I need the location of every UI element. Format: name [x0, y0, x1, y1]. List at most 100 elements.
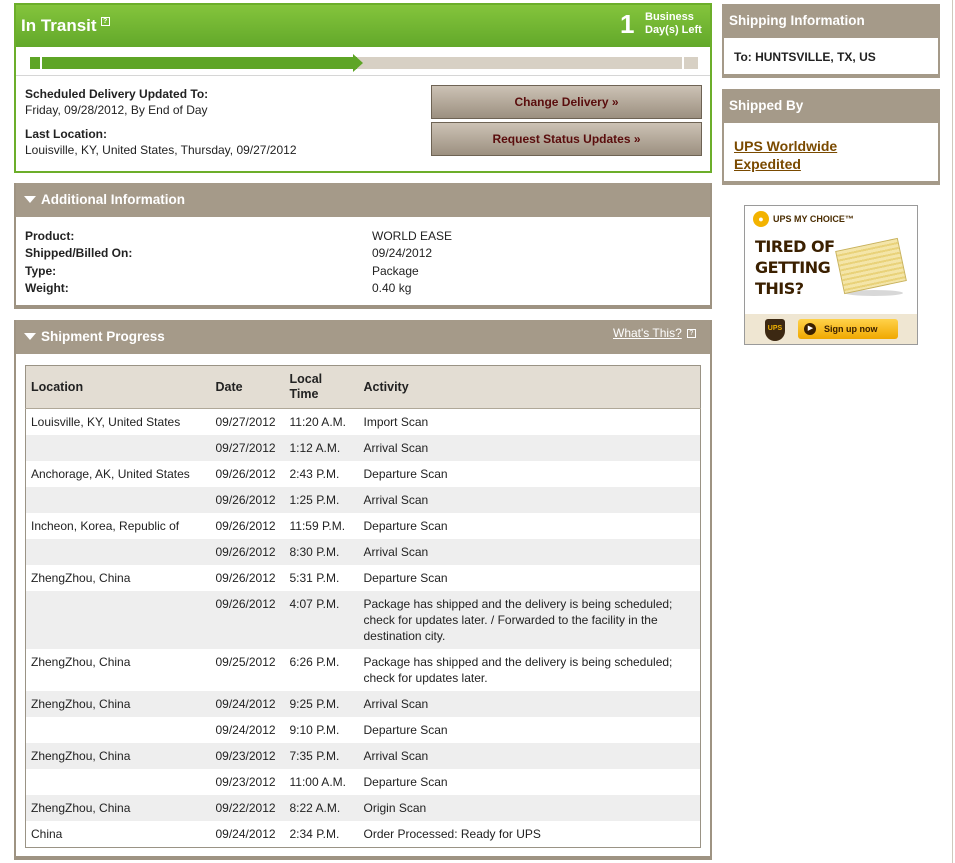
column-header-location: Location — [25, 365, 211, 409]
transit-title-text: In Transit — [21, 16, 97, 35]
shipped-by-title: Shipped By — [724, 89, 938, 123]
whats-this-text[interactable]: What's This? — [613, 326, 682, 340]
progress-tick — [682, 57, 684, 69]
cell-local-time: 7:35 P.M. — [284, 743, 359, 769]
help-icon[interactable]: ? — [100, 17, 110, 26]
transit-progress-bar — [30, 54, 698, 72]
table-row: 09/26/2012 1:25 P.M. Arrival Scan — [25, 487, 701, 513]
cell-location: ZhengZhou, China — [31, 655, 131, 669]
additional-information-panel: Additional Information Product: WORLD EA… — [14, 183, 712, 309]
cell-activity: Package has shipped and the delivery is … — [363, 655, 673, 685]
progress-arrow-icon — [353, 54, 363, 72]
ship-to-address: To: HUNTSVILLE, TX, US — [734, 50, 876, 64]
help-icon[interactable]: ? — [686, 329, 696, 339]
shipped-billed-label: Shipped/Billed On: — [25, 246, 133, 260]
cell-local-time: 6:26 P.M. — [289, 655, 340, 669]
cell-activity: Arrival Scan — [358, 743, 701, 769]
cell-location: Incheon, Korea, Republic of — [31, 519, 180, 533]
transit-panel: In Transit? 1 Business Day(s) Left Sched… — [14, 3, 712, 173]
collapse-triangle-icon[interactable] — [24, 196, 36, 203]
additional-information-title: Additional Information — [41, 192, 185, 207]
cell-date: 09/26/2012 — [210, 539, 285, 565]
cell-date: 09/26/2012 — [215, 467, 276, 481]
cell-local-time: 2:34 P.M. — [289, 827, 340, 841]
cell-location: Louisville, KY, United States — [31, 415, 181, 429]
cell-local-time: 1:12 A.M. — [284, 435, 359, 461]
days-left-label-line2: Day(s) Left — [645, 24, 702, 36]
change-delivery-button[interactable]: Change Delivery » — [431, 85, 702, 119]
cell-local-time: 9:10 P.M. — [289, 723, 340, 737]
shipped-billed-value: 09/24/2012 — [372, 246, 433, 260]
cell-activity: Arrival Scan — [358, 487, 701, 513]
cell-date: 09/22/2012 — [210, 795, 285, 821]
additional-information-header[interactable]: Additional Information — [16, 183, 710, 217]
cell-date: 09/24/2012 — [210, 691, 285, 717]
table-row: Anchorage, AK, United States 09/26/2012 2:… — [26, 461, 701, 487]
cell-location — [26, 769, 211, 795]
table-row: ZhengZhou, China 09/23/2012 7:35 P.M. Arriv… — [25, 743, 701, 769]
cell-activity: Origin Scan — [358, 795, 701, 821]
transit-title: In Transit? — [21, 16, 110, 36]
days-left-count: 1 — [620, 9, 635, 39]
cell-date: 09/24/2012 — [215, 827, 276, 841]
cell-activity: Departure Scan — [363, 519, 448, 533]
cell-date: 09/26/2012 — [210, 591, 285, 649]
table-row: Incheon, Korea, Republic of 09/26/2012 11:… — [26, 513, 701, 539]
cell-activity: Arrival Scan — [358, 435, 701, 461]
table-row: ZhengZhou, China 09/25/2012 6:26 P.M. Packa… — [26, 649, 701, 691]
request-status-updates-button[interactable]: Request Status Updates » — [431, 122, 702, 156]
cell-location: ZhengZhou, China — [25, 691, 211, 717]
divider — [16, 75, 710, 76]
cell-date: 09/23/2012 — [210, 743, 285, 769]
cell-activity: Departure Scan — [363, 723, 448, 737]
cell-local-time: 8:30 P.M. — [284, 539, 359, 565]
weight-value: 0.40 kg — [372, 281, 412, 295]
shipment-progress-table: Location Date Local Time Activity Louisv… — [25, 365, 701, 848]
cell-date: 09/26/2012 — [210, 487, 285, 513]
cell-date: 09/26/2012 — [215, 519, 276, 533]
days-left-label-line1: Business — [645, 11, 694, 23]
cell-activity: Package has shipped and the delivery is … — [358, 591, 701, 649]
cell-activity: Departure Scan — [363, 467, 448, 481]
collapse-triangle-icon[interactable] — [24, 333, 36, 340]
cell-date: 09/27/2012 — [215, 415, 276, 429]
cell-activity: Departure Scan — [363, 775, 448, 789]
cell-local-time: 5:31 P.M. — [289, 571, 340, 585]
cell-date: 09/27/2012 — [210, 435, 285, 461]
cell-activity: Departure Scan — [363, 571, 448, 585]
table-row: 09/27/2012 1:12 A.M. Arrival Scan — [25, 435, 701, 461]
table-row: 09/26/2012 8:30 P.M. Arrival Scan — [25, 539, 701, 565]
cell-date: 09/25/2012 — [215, 655, 276, 669]
ad-lock-icon: ● — [753, 211, 769, 227]
cell-local-time: 11:59 P.M. — [289, 519, 346, 533]
table-row: Louisville, KY, United States 09/27/2012 1… — [26, 409, 701, 436]
table-row: 09/23/2012 11:00 A.M. Departure Scan — [26, 769, 701, 795]
ad-headline: TIRED OF GETTING THIS? — [755, 237, 835, 298]
cell-location: Anchorage, AK, United States — [31, 467, 190, 481]
table-row: ZhengZhou, China 09/26/2012 5:31 P.M. Depar… — [26, 565, 701, 591]
cell-activity: Arrival Scan — [358, 691, 701, 717]
cell-local-time: 9:25 P.M. — [284, 691, 359, 717]
cell-location — [25, 591, 211, 649]
table-row: ZhengZhou, China 09/24/2012 9:25 P.M. Arriv… — [25, 691, 701, 717]
cell-location — [25, 435, 211, 461]
shipment-progress-title: Shipment Progress — [41, 329, 165, 344]
play-icon: ▶ — [804, 323, 816, 335]
shipping-information-box: Shipping Information To: HUNTSVILLE, TX,… — [722, 4, 940, 78]
shipment-progress-header[interactable]: Shipment Progress What's This?? — [16, 320, 710, 354]
cell-location: China — [31, 827, 63, 841]
cell-local-time: 8:22 A.M. — [284, 795, 359, 821]
scheduled-delivery-value: Friday, 09/28/2012, By End of Day — [25, 103, 208, 117]
whats-this-link[interactable]: What's This?? — [613, 326, 696, 340]
progress-tick — [40, 57, 42, 69]
cell-location: ZhengZhou, China — [31, 571, 131, 585]
last-location-value: Louisville, KY, United States, Thursday,… — [25, 143, 297, 157]
transit-progress-fill — [30, 57, 357, 69]
sign-up-now-button[interactable]: ▶ Sign up now — [798, 319, 898, 339]
ups-my-choice-ad[interactable]: ● UPS MY CHOICE™ TIRED OF GETTING THIS? … — [744, 205, 918, 345]
type-label: Type: — [25, 264, 57, 278]
shipping-service-link[interactable]: UPS Worldwide Expedited — [734, 137, 884, 173]
cell-activity: Order Processed: Ready for UPS — [363, 827, 541, 841]
cell-location — [25, 487, 211, 513]
product-value: WORLD EASE — [372, 229, 453, 243]
